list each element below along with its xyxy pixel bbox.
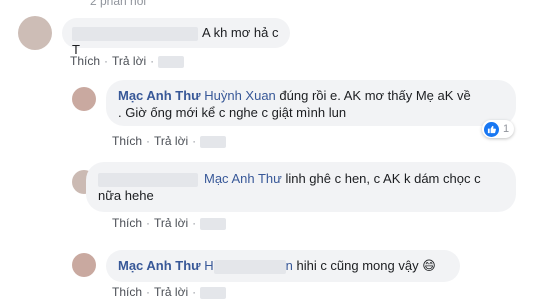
redacted-timestamp: [200, 135, 227, 148]
separator-dot: ·: [192, 216, 197, 230]
comment-bubble: Mạc Anh Thư Hn hihi c cũng mong vậy 😄: [106, 250, 460, 282]
comment-author[interactable]: Mạc Anh Thư: [118, 88, 201, 103]
comment-actions: Thích · Trả lời ·: [112, 216, 227, 230]
comment-line-1: Mạc Anh Thư linh ghê c hen, c AK k dám c…: [98, 170, 504, 187]
like-link[interactable]: Thích: [112, 285, 142, 299]
like-icon: [484, 121, 499, 137]
mention-tag[interactable]: Huỳnh Xuan: [204, 88, 276, 103]
separator-dot: ·: [146, 216, 151, 230]
redacted-timestamp: [158, 55, 185, 68]
mention-tag-prefix[interactable]: H: [204, 258, 213, 273]
redacted-name: [72, 26, 198, 41]
mention-tag[interactable]: Mạc Anh Thư: [204, 171, 282, 186]
comment-line-2: . Giờ ống mới kể c nghe c giật mình lun: [118, 105, 347, 120]
replies-count-partial[interactable]: 2 phản hồi: [90, 0, 146, 8]
comment-author[interactable]: Mạc Anh Thư: [118, 258, 201, 273]
like-link[interactable]: Thích: [70, 54, 100, 68]
grinning-emoji-icon: 😄: [422, 258, 436, 273]
comment-text: linh ghê c hen, c AK k dám chọc c: [281, 171, 481, 186]
avatar[interactable]: [18, 16, 52, 50]
comment-actions: Thích · Trả lời ·: [112, 285, 227, 299]
comment-bubble: Mạc Anh Thư linh ghê c hen, c AK k dám c…: [86, 162, 516, 212]
separator-dot: ·: [192, 134, 197, 148]
redacted-timestamp: [200, 217, 227, 230]
separator-dot: ·: [192, 285, 197, 299]
comment-actions: Thích · Trả lời ·: [70, 54, 185, 68]
reply-link[interactable]: Trả lời: [154, 134, 188, 148]
avatar[interactable]: [72, 253, 96, 277]
separator-dot: ·: [146, 285, 151, 299]
comment-text: đúng rồi e. AK mơ thấy Mẹ aK về: [275, 88, 471, 103]
reaction-count: 1: [503, 123, 510, 135]
like-link[interactable]: Thích: [112, 134, 142, 148]
comment-actions: Thích · Trả lời ·: [112, 134, 227, 148]
separator-dot: ·: [146, 134, 151, 148]
comment-text: hihi c cũng mong vậy: [292, 258, 419, 273]
redacted-name: [98, 172, 198, 187]
redacted-timestamp: [200, 286, 227, 299]
comment-bubble: A kh mơ hả c T: [62, 18, 290, 57]
comment-line-1: Mạc Anh Thư Huỳnh Xuan đúng rồi e. AK mơ…: [118, 87, 504, 104]
like-link[interactable]: Thích: [112, 216, 142, 230]
comment-line-2: nữa hehe: [98, 188, 154, 203]
separator-dot: ·: [104, 54, 109, 68]
mention-tag-suffix[interactable]: n: [286, 258, 293, 273]
comment-bubble: Mạc Anh Thư Huỳnh Xuan đúng rồi e. AK mơ…: [106, 80, 516, 126]
reaction-badge[interactable]: 1: [482, 120, 515, 138]
separator-dot: ·: [150, 54, 155, 68]
reply-link[interactable]: Trả lời: [154, 285, 188, 299]
redacted-name: [213, 259, 286, 274]
avatar[interactable]: [72, 87, 96, 111]
reply-link[interactable]: Trả lời: [154, 216, 188, 230]
reply-link[interactable]: Trả lời: [112, 54, 146, 68]
